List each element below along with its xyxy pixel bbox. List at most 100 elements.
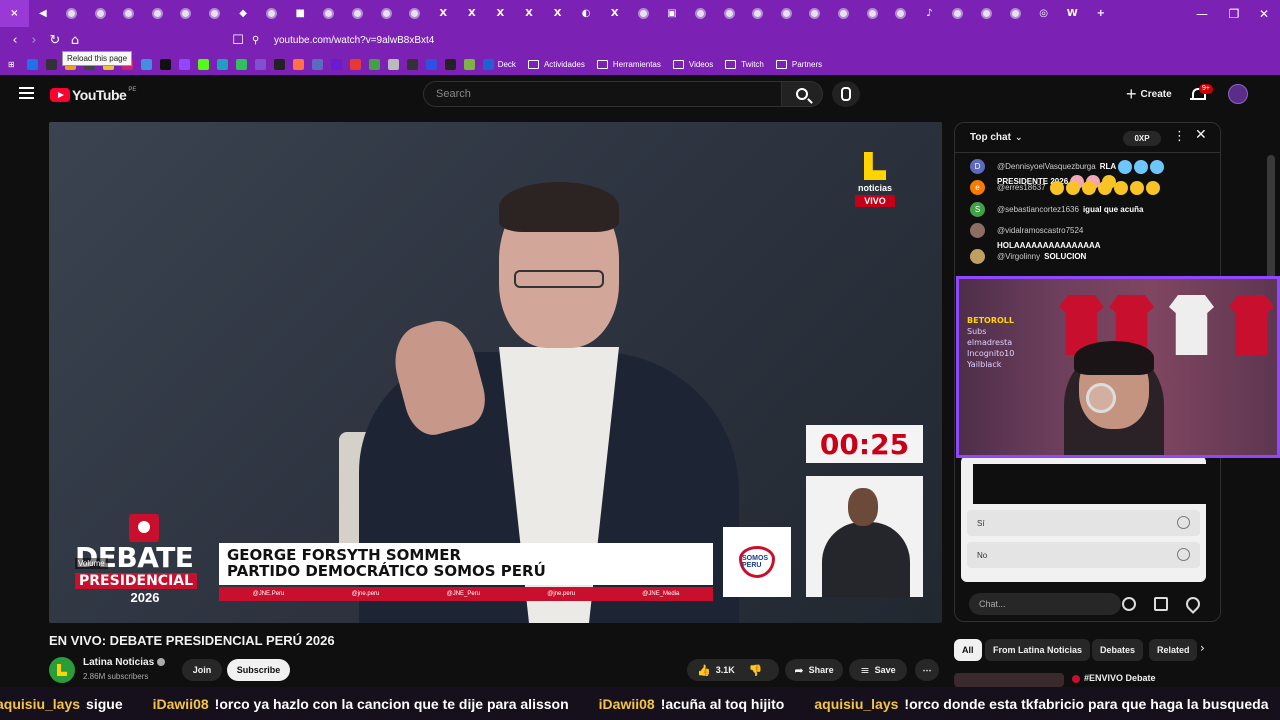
browser-tab[interactable] (743, 0, 772, 27)
chat-author-avatar[interactable]: S (970, 202, 985, 217)
like-button[interactable]: 👍 3.1K 👎 (687, 659, 779, 681)
url-field[interactable]: ⚲ youtube.com/watch?v=9alwB8xBxt4 (252, 30, 972, 50)
browser-tab[interactable] (715, 0, 744, 27)
recommended-title[interactable]: #ENVIVO Debate (1072, 673, 1156, 683)
bookmark-favicon[interactable] (368, 58, 380, 70)
bookmark-favicon[interactable] (45, 58, 57, 70)
bookmark-folder[interactable]: Partners (775, 59, 822, 69)
super-chat-icon[interactable] (1154, 597, 1168, 611)
more-options-icon[interactable]: ⋮ (1173, 129, 1186, 144)
browser-tab[interactable] (1001, 0, 1030, 27)
browser-tab[interactable] (200, 0, 229, 27)
bookmark-favicon[interactable] (140, 58, 152, 70)
poll-option[interactable]: Sí (967, 510, 1200, 536)
browser-tab[interactable] (944, 0, 973, 27)
browser-tab[interactable] (772, 0, 801, 27)
bookmark-folder[interactable]: Herramientas (596, 59, 661, 69)
browser-tab[interactable] (801, 0, 830, 27)
browser-tab[interactable] (143, 0, 172, 27)
browser-tab[interactable]: X (458, 0, 487, 27)
voice-search-icon[interactable] (832, 81, 860, 107)
reload-icon[interactable]: ↻ (45, 30, 65, 50)
search-input[interactable]: Search (423, 81, 781, 107)
home-icon[interactable]: ⌂ (65, 30, 85, 50)
create-button[interactable]: + Create (1116, 81, 1182, 107)
browser-tab[interactable]: ▣ (658, 0, 687, 27)
chat-mode-dropdown[interactable]: Top chat ⌄ (970, 132, 1022, 143)
youtube-logo[interactable]: YouTube PE (50, 87, 136, 103)
recommended-thumbnail[interactable] (954, 673, 1064, 687)
new-tab-button[interactable]: + (1087, 0, 1116, 27)
site-info-icon[interactable]: ⚲ (252, 35, 266, 46)
chip-channel[interactable]: From Latina Noticias (985, 639, 1091, 661)
chip-debates[interactable]: Debates (1092, 639, 1144, 661)
join-button[interactable]: Join (182, 659, 222, 681)
bookmark-favicon[interactable] (235, 58, 247, 70)
apps-icon[interactable]: ⊞ (8, 60, 15, 69)
bookmark-favicon[interactable] (463, 58, 475, 70)
active-tab[interactable]: × (0, 0, 29, 27)
browser-tab[interactable]: ◀ (29, 0, 58, 27)
forward-icon[interactable]: › (24, 30, 44, 50)
chat-author-name[interactable]: @Virgolinny (997, 252, 1040, 261)
chat-author-name[interactable]: @vidalramoscastro7524 (997, 223, 1193, 238)
bookmark-favicon[interactable] (254, 58, 266, 70)
bookmark-favicon[interactable] (349, 58, 361, 70)
bookmark-folder[interactable]: Actividades (527, 59, 585, 69)
browser-tab[interactable]: ■ (286, 0, 315, 27)
account-avatar[interactable] (1228, 84, 1248, 104)
more-actions-icon[interactable]: ⋯ (915, 659, 939, 681)
poll-option[interactable]: No (967, 542, 1200, 568)
bookmark-favicon[interactable] (159, 58, 171, 70)
bookmark-favicon[interactable] (197, 58, 209, 70)
chat-author-avatar[interactable] (970, 223, 985, 238)
minimize-button[interactable]: — (1186, 0, 1218, 27)
bookmark-favicon[interactable] (425, 58, 437, 70)
browser-tab[interactable]: ◐ (572, 0, 601, 27)
bookmark-favicon[interactable] (311, 58, 323, 70)
bookmark-favicon[interactable] (330, 58, 342, 70)
close-window-button[interactable]: ✕ (1248, 0, 1280, 27)
browser-tab[interactable] (57, 0, 86, 27)
chat-author-avatar[interactable]: e (970, 180, 985, 195)
chip-related[interactable]: Related (1149, 639, 1197, 661)
bookmark-favicon[interactable] (444, 58, 456, 70)
xp-badge[interactable]: 0XP (1123, 131, 1161, 146)
browser-tab[interactable] (686, 0, 715, 27)
chat-author-name[interactable]: @sebastiancortez1636 (997, 205, 1079, 214)
bookmark-favicon[interactable] (26, 58, 38, 70)
chip-all[interactable]: All (954, 639, 982, 661)
bookmark-favicon[interactable] (292, 58, 304, 70)
close-icon[interactable]: ✕ (1195, 127, 1207, 143)
channel-avatar[interactable] (49, 657, 75, 683)
bookmark-favicon[interactable] (178, 58, 190, 70)
bookmark-folder[interactable]: Videos (672, 59, 713, 69)
menu-icon[interactable] (19, 87, 34, 99)
browser-tab[interactable] (86, 0, 115, 27)
bookmark-favicon[interactable] (216, 58, 228, 70)
back-icon[interactable]: ‹ (5, 30, 25, 50)
video-player[interactable]: noticias VIVO 00:25 DEBATE PRESIDENCIAL … (49, 122, 942, 623)
browser-tab[interactable]: X (600, 0, 629, 27)
browser-tab[interactable] (886, 0, 915, 27)
browser-tab[interactable] (343, 0, 372, 27)
chat-author-name[interactable]: @erres18637 (997, 183, 1046, 192)
browser-tab[interactable] (972, 0, 1001, 27)
share-button[interactable]: ➦ Share (785, 659, 843, 681)
chat-author-avatar[interactable]: D (970, 159, 985, 174)
bookmark-icon[interactable]: ☐ (228, 30, 248, 50)
browser-tab[interactable] (315, 0, 344, 27)
subscribe-button[interactable]: Subscribe (227, 659, 290, 681)
bookmark-favicon[interactable] (406, 58, 418, 70)
browser-tab[interactable] (114, 0, 143, 27)
browser-tab[interactable]: X (515, 0, 544, 27)
bookmark-folder[interactable]: Twitch (725, 59, 764, 69)
bookmark-item[interactable]: Deck (479, 58, 516, 70)
browser-tab[interactable]: ◆ (229, 0, 258, 27)
browser-tab[interactable] (829, 0, 858, 27)
browser-tab[interactable]: X (543, 0, 572, 27)
browser-tab[interactable]: W (1058, 0, 1087, 27)
browser-tab[interactable] (257, 0, 286, 27)
emoji-icon[interactable] (1122, 597, 1136, 611)
browser-tab[interactable]: X (429, 0, 458, 27)
